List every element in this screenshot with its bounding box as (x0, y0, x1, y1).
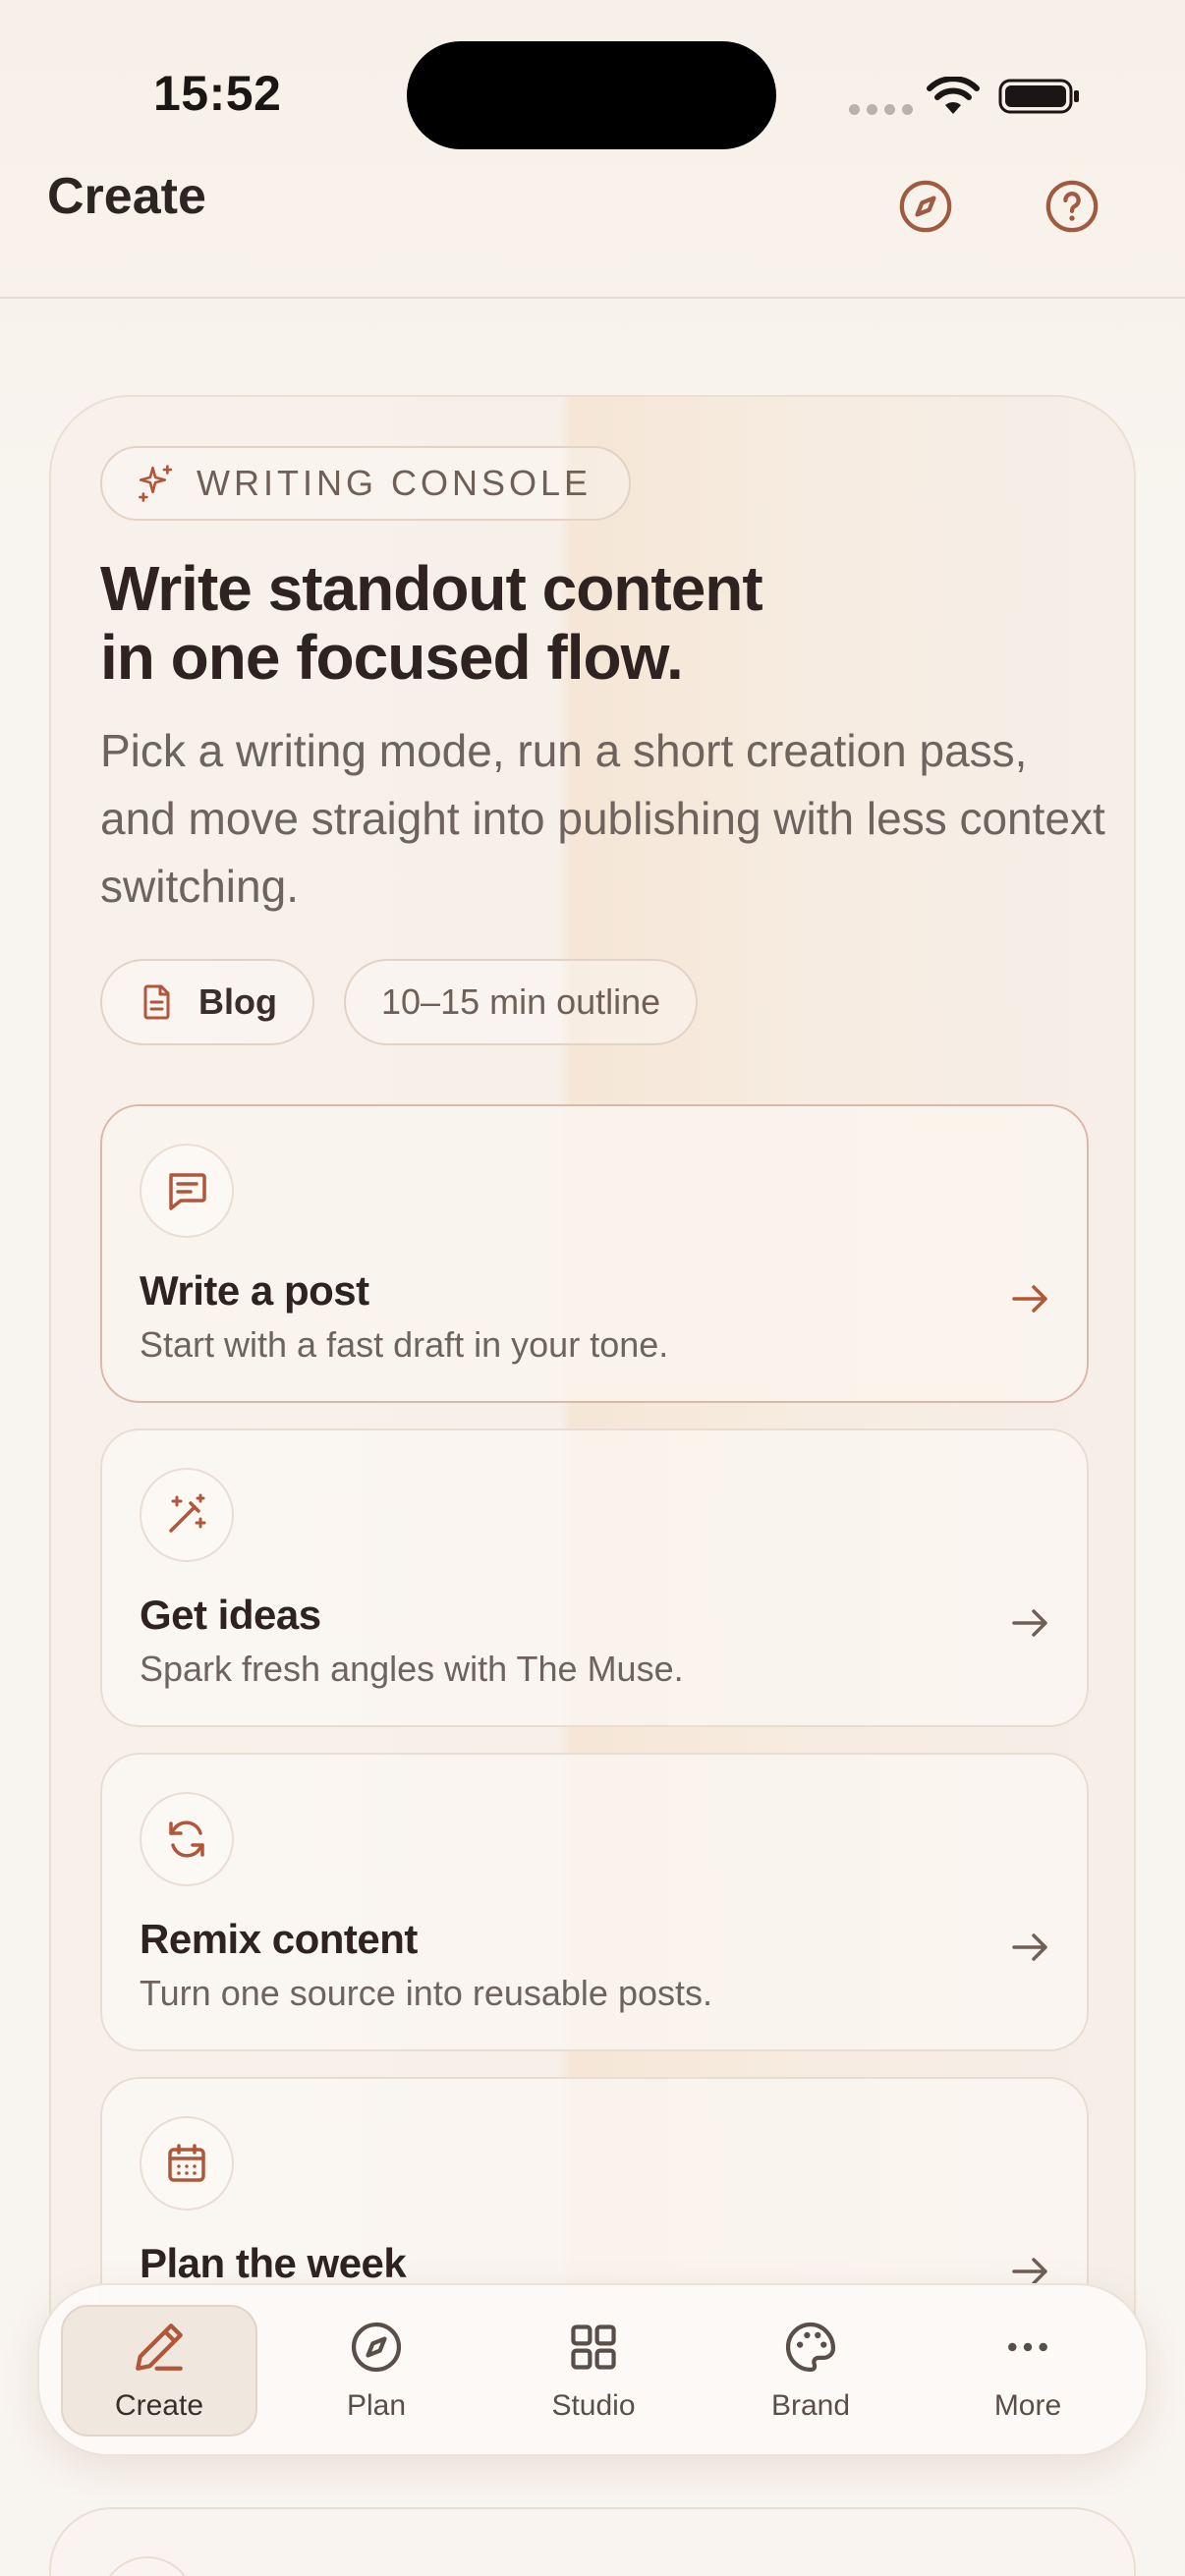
duration-chip[interactable]: 10–15 min outline (344, 959, 699, 1045)
cellular-signal-icon (849, 104, 913, 115)
mode-description: Turn one source into reusable posts. (140, 1973, 712, 2013)
status-time: 15:52 (153, 66, 282, 121)
chip-label-blog: Blog (198, 981, 277, 1022)
explore-button[interactable] (888, 169, 963, 244)
nav-label: Brand (770, 2389, 851, 2422)
nav-label: Create (114, 2389, 204, 2422)
dynamic-island (407, 41, 776, 149)
mode-title: Plan the week (140, 2240, 407, 2286)
nav-item-plan[interactable]: Plan (278, 2305, 475, 2436)
next-section-card (49, 2507, 1136, 2576)
mode-icon-wrap (140, 2116, 234, 2211)
pen-icon (136, 2324, 183, 2371)
wifi-icon (927, 77, 980, 114)
compass-icon (351, 2322, 402, 2373)
arrow-right-icon (1012, 1609, 1047, 1637)
mode-card-get-ideas[interactable]: Get ideas Spark fresh angles with The Mu… (100, 1428, 1089, 1727)
calendar-icon (168, 2144, 205, 2182)
writing-console-card: WRITING CONSOLE Write standout content i… (49, 395, 1136, 2360)
help-icon (1045, 180, 1099, 233)
mode-title: Write a post (140, 1267, 369, 1314)
next-section-icon (100, 2556, 195, 2576)
mode-title: Get ideas (140, 1592, 321, 1638)
nav-item-brand[interactable]: Brand (712, 2305, 909, 2436)
status-bar: 15:52 (0, 0, 1185, 157)
nav-item-create[interactable]: Create (61, 2305, 257, 2436)
page-title: Create (47, 168, 206, 225)
mode-description: Start with a fast draft in your tone. (140, 1324, 669, 1365)
bottom-navigation: Create Plan Studio Brand More (37, 2283, 1148, 2456)
sparkles-icon (139, 465, 173, 502)
grid-icon (571, 2324, 616, 2370)
palette-icon (786, 2322, 836, 2373)
mode-icon-wrap (140, 1144, 234, 1238)
mode-icon-wrap (140, 1792, 234, 1886)
mode-title: Remix content (140, 1916, 418, 1962)
console-description: Pick a writing mode, run a short creatio… (100, 725, 1105, 912)
mode-card-write-post[interactable]: Write a post Start with a fast draft in … (100, 1104, 1089, 1403)
mode-description: Spark fresh angles with The Muse. (140, 1649, 684, 1689)
nav-label: Plan (346, 2389, 407, 2422)
content-type-chip[interactable]: Blog (100, 959, 314, 1045)
compass-icon (899, 180, 952, 233)
nav-label: More (993, 2389, 1062, 2422)
battery-icon (998, 79, 1079, 114)
mode-card-remix-content[interactable]: Remix content Turn one source into reusa… (100, 1753, 1089, 2051)
nav-item-studio[interactable]: Studio (495, 2305, 692, 2436)
nav-label: Studio (551, 2389, 636, 2422)
message-icon (169, 1173, 206, 1210)
more-icon (1008, 2342, 1047, 2352)
refresh-icon (169, 1820, 204, 1858)
arrow-right-icon (1012, 1933, 1047, 1961)
app-header: Create (0, 157, 1185, 299)
document-icon (143, 984, 170, 1020)
console-badge-label: WRITING CONSOLE (197, 463, 592, 503)
console-heading: Write standout content in one focused fl… (100, 553, 763, 693)
help-button[interactable] (1035, 169, 1109, 244)
nav-item-more[interactable]: More (930, 2305, 1126, 2436)
console-badge: WRITING CONSOLE (100, 446, 632, 521)
arrow-right-icon (1012, 1285, 1047, 1313)
mode-icon-wrap (140, 1468, 234, 1562)
magic-wand-icon (169, 1493, 206, 1533)
chip-label-duration: 10–15 min outline (381, 981, 661, 1022)
